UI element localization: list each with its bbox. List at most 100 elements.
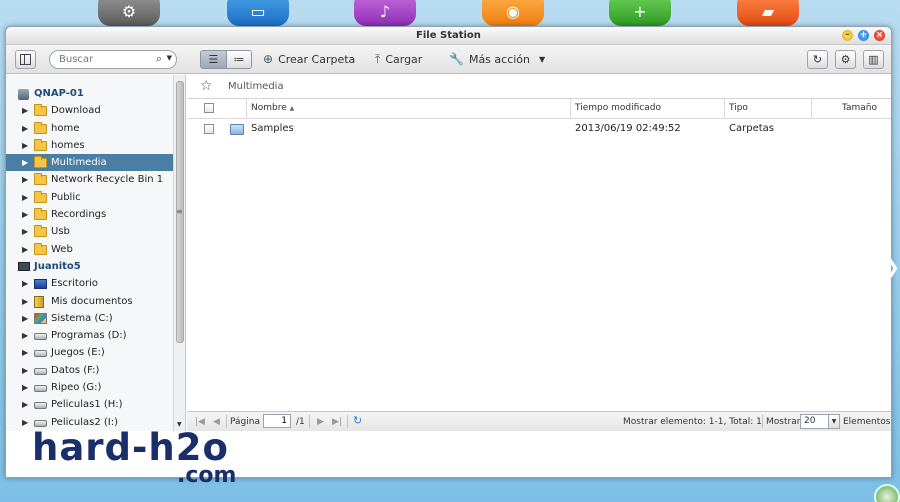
table-header: Nombre ▲ Tiempo modificado Tipo Tamaño [187,99,891,119]
create-folder-button[interactable]: ⊕ Crear Carpeta [263,50,355,69]
sidebar-item[interactable]: ▶ Sistema (C:) [6,310,173,327]
gear-icon: ⚙ [840,53,851,66]
sidebar-item[interactable]: ▶ Network Recycle Bin 1 [6,171,173,188]
file-station-icon: ▰ [761,2,775,21]
column-modified[interactable]: Tiempo modificado [570,99,723,119]
row-checkbox[interactable] [204,124,214,134]
favorite-star-icon[interactable]: ☆ [200,78,213,94]
sidebar-item[interactable]: ▶ Multimedia [6,154,173,172]
watermark-line2: .com [177,463,237,488]
sidebar-item[interactable]: QNAP-01 [6,85,173,102]
sidebar-item[interactable]: ▶ Usb [6,223,173,240]
expand-arrow-icon[interactable]: ▶ [22,379,28,396]
search-icon[interactable]: ⌕ [156,52,162,66]
settings-button[interactable]: ⚙ [835,50,856,69]
expand-arrow-icon[interactable]: ▶ [22,102,28,119]
file-size [811,119,877,139]
sidebar-item[interactable]: ▶ Juegos (E:) [6,344,173,361]
sidebar-item-label: Escritorio [51,278,98,290]
launcher-app-photo[interactable]: ▭ [227,0,289,26]
expand-arrow-icon[interactable]: ▶ [22,189,28,206]
folder-icon [34,173,47,186]
sidebar-item[interactable]: ▶ Recordings [6,206,173,223]
sidebar-item[interactable]: ▶ Download [6,102,173,119]
launcher-app-gear[interactable]: ⚙ [98,0,160,26]
sidebar-item-label: Public [51,191,81,203]
launcher-app-music[interactable]: ♪ [354,0,416,26]
expand-arrow-icon[interactable]: ▶ [22,344,28,361]
detail-view-button[interactable]: ≔ [225,51,251,68]
list-view-button[interactable]: ☰ [201,51,226,68]
expand-arrow-icon[interactable]: ▶ [22,275,28,292]
dashboard-corner-icon[interactable] [874,484,900,502]
sidebar-item[interactable]: ▶ Public [6,189,173,206]
next-page-icon[interactable]: ▶ [317,416,324,428]
expand-arrow-icon[interactable]: ▶ [22,310,28,327]
expand-arrow-icon[interactable]: ▶ [22,206,28,223]
column-size-label: Tamaño [841,103,877,113]
sidebar-item[interactable]: ▶ homes [6,137,173,154]
search-options-chevron-icon[interactable]: ▼ [167,54,172,62]
launcher-app-download[interactable]: ◉ [482,0,544,26]
sidebar-item[interactable]: ▶ Web [6,241,173,258]
minimize-button[interactable]: – [842,30,853,41]
maximize-button[interactable]: + [858,30,869,41]
sidebar-item[interactable]: ▶ home [6,120,173,137]
sidebar-item[interactable]: ▶ Datos (F:) [6,362,173,379]
sidebar-item-label: Recordings [51,209,107,221]
column-name[interactable]: Nombre ▲ [246,99,569,119]
expand-arrow-icon[interactable]: ▶ [22,154,28,171]
breadcrumb[interactable]: Multimedia [228,81,284,92]
sidebar-item[interactable]: ▶ Peliculas1 (H:) [6,396,173,413]
sidebar-item-label: Web [51,243,73,255]
sidebar-item-label: Download [51,105,101,117]
hard-drive-icon [34,367,47,375]
upload-button[interactable]: ⤒ Cargar [375,50,422,69]
sidebar-item-label: Mis documentos [51,295,133,307]
sidebar-item-label: Multimedia [51,157,107,169]
sidebar-item[interactable]: ▶ Ripeo (G:) [6,379,173,396]
expand-arrow-icon[interactable]: ▶ [22,293,28,310]
column-type[interactable]: Tipo [724,99,811,119]
last-page-icon[interactable]: ▶| [332,416,342,428]
expand-arrow-icon[interactable]: ▶ [22,137,28,154]
pager-divider [347,415,348,428]
per-page-select[interactable]: 20 ▼ [800,414,840,429]
window-controls: – + × [842,30,885,41]
sidebar-scrollbar[interactable]: ▼ [173,75,185,431]
sidebar-item[interactable]: ▶ Escritorio [6,275,173,292]
more-actions-label: Más acción [468,53,531,66]
expand-arrow-icon[interactable]: ▶ [22,171,28,188]
photo-station-icon: ▭ [250,2,266,21]
launcher-app-center[interactable]: + [609,0,671,26]
expand-arrow-icon[interactable]: ▶ [22,241,28,258]
expand-arrow-icon[interactable]: ▶ [22,362,28,379]
more-actions-button[interactable]: 🔧 Más acción ▼ [449,50,545,69]
info-panel-button[interactable]: ▥ [863,50,884,69]
select-all-checkbox[interactable] [204,103,214,113]
search-input[interactable] [59,54,147,65]
sidebar-item[interactable]: ▶ Programas (D:) [6,327,173,344]
sidebar-item[interactable]: ▶ Mis documentos [6,293,173,310]
sidebar-toggle-button[interactable] [15,50,36,69]
expand-arrow-icon[interactable]: ▶ [22,327,28,344]
next-screen-arrow-icon[interactable]: ❯ [885,257,900,278]
column-size[interactable]: Tamaño [811,99,887,119]
close-button[interactable]: × [874,30,885,41]
windows-drive-icon [34,312,47,324]
expand-arrow-icon[interactable]: ▶ [22,120,28,137]
watermark-line1: hard-h2o [32,426,229,469]
folder-icon [230,124,244,135]
refresh-button[interactable]: ↻ [807,50,828,69]
expand-arrow-icon[interactable]: ▶ [22,223,28,240]
expand-arrow-icon[interactable]: ▶ [22,396,28,413]
table-row[interactable]: Samples 2013/06/19 02:49:52 Carpetas [187,119,891,139]
launcher-app-files[interactable]: ▰ [737,0,799,26]
page-number-input[interactable] [263,414,291,428]
hard-drive-icon [34,385,47,393]
watermark-logo: hard-h2o .com [32,426,236,487]
window-titlebar[interactable]: File Station – + × [6,27,891,45]
sidebar-item[interactable]: Juanito5 [6,258,173,275]
expand-arrow-icon[interactable]: ▶ [22,414,28,431]
reload-icon[interactable]: ↻ [353,415,362,427]
